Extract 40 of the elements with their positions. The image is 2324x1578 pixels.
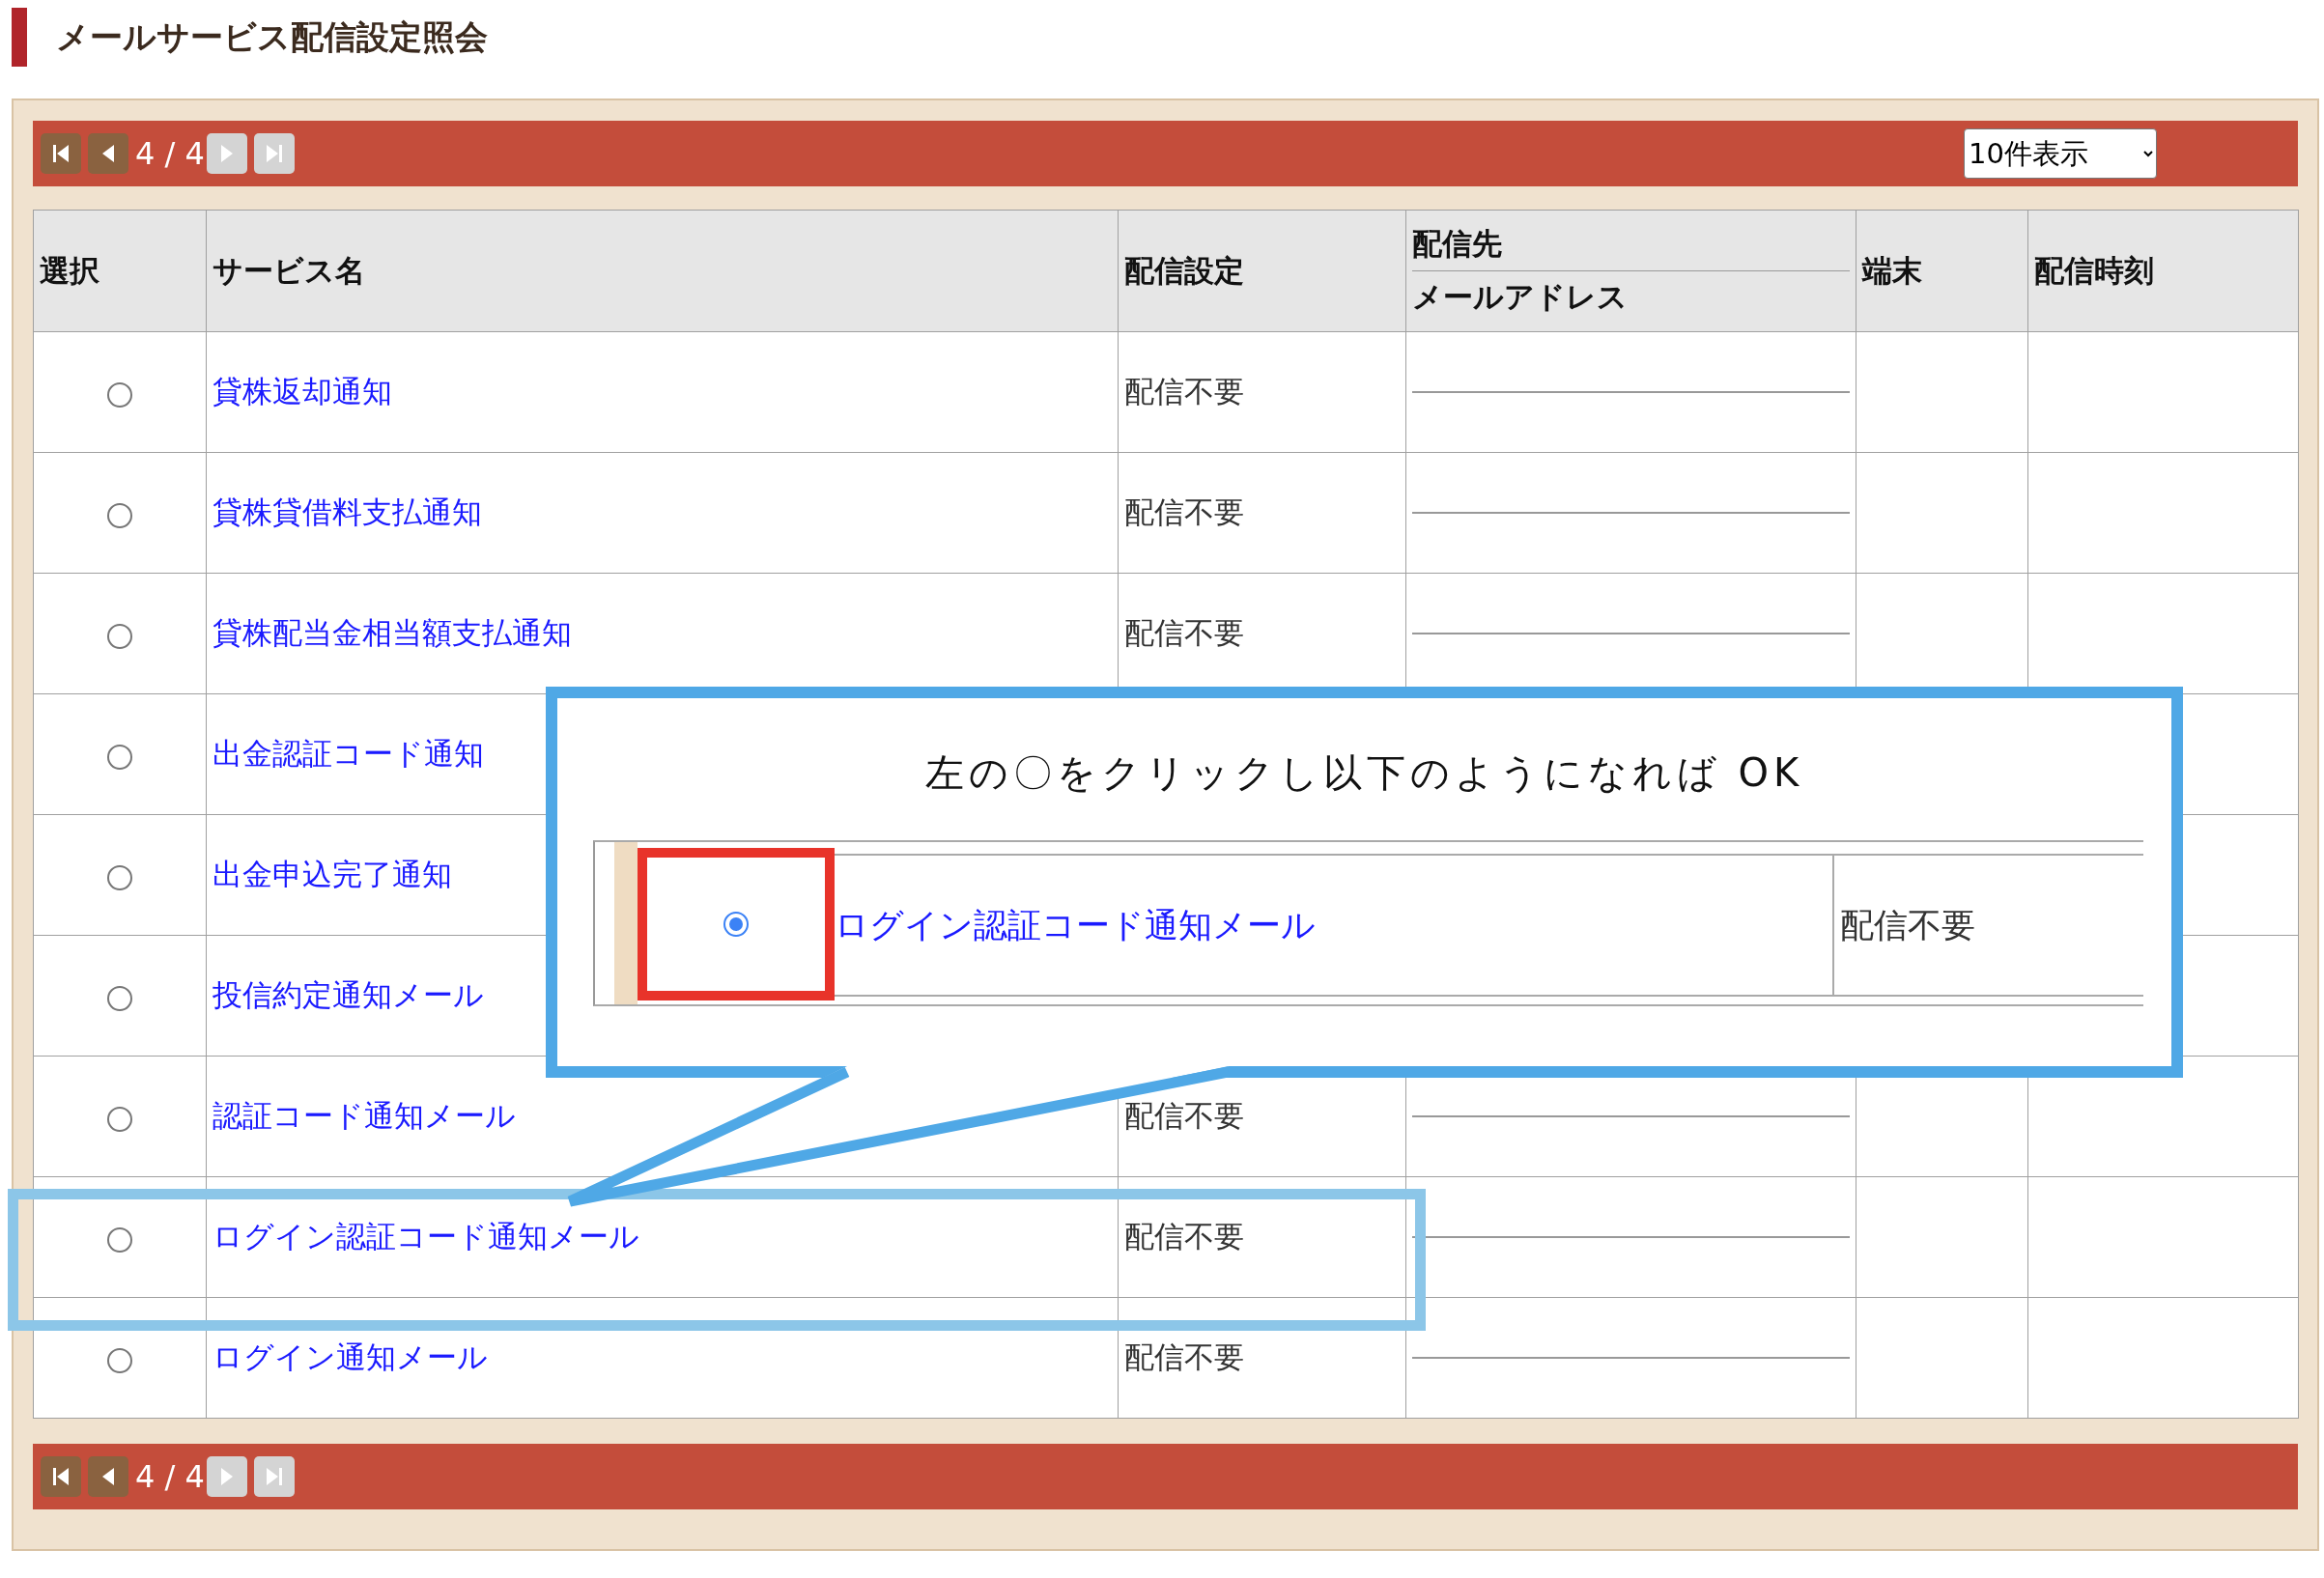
page-size-select[interactable]: 10件表示	[1964, 128, 2157, 179]
radio-button[interactable]	[107, 985, 132, 1011]
column-header: 配信設定	[1118, 210, 1406, 332]
service-link[interactable]: 出金申込完了通知	[213, 857, 452, 891]
service-link[interactable]: 出金認証コード通知	[213, 736, 484, 771]
radio-button[interactable]	[107, 381, 132, 408]
column-header: 選択	[33, 210, 207, 332]
column-header: メールアドレス	[1412, 278, 1629, 316]
service-link[interactable]: 投信約定通知メール	[213, 977, 484, 1012]
table-cell: 配信不要	[1118, 1176, 1406, 1298]
radio-button[interactable]	[107, 1226, 132, 1253]
title-accent-bar	[12, 8, 27, 67]
table-cell: 配信不要	[1118, 452, 1406, 574]
first-page-button[interactable]	[41, 1456, 81, 1497]
radio-button[interactable]	[107, 623, 132, 649]
instruction-text: 左の〇をクリックし以下のようになれば OK	[923, 749, 1805, 797]
page-position: 4 / 4	[135, 135, 205, 172]
page-title: メールサービス配信設定照会	[56, 15, 488, 58]
radio-button[interactable]	[107, 1106, 132, 1132]
service-link[interactable]: ログイン認証コード通知メール	[213, 1219, 639, 1254]
radio-button[interactable]	[107, 744, 132, 770]
column-header: 配信先	[1412, 218, 1850, 271]
service-link[interactable]: 認証コード通知メール	[213, 1098, 516, 1133]
previous-page-button[interactable]	[88, 1456, 128, 1497]
radio-button[interactable]	[107, 1347, 132, 1373]
previous-page-button[interactable]	[88, 133, 128, 174]
radio-button[interactable]	[107, 864, 132, 890]
page-position: 4 / 4	[135, 1458, 205, 1495]
service-link[interactable]: 貸株配当金相当額支払通知	[213, 615, 572, 650]
column-header: サービス名	[206, 210, 1119, 332]
first-page-button[interactable]	[41, 133, 81, 174]
table-cell-text: 配信不要	[1840, 904, 1975, 946]
service-link[interactable]: 貸株返却通知	[213, 374, 392, 409]
service-link[interactable]: ログイン通知メール	[213, 1339, 488, 1374]
column-header: 配信時刻	[2027, 210, 2299, 332]
table-cell: 配信不要	[1118, 1297, 1406, 1419]
table-cell: 配信不要	[1118, 331, 1406, 453]
column-header: 端末	[1856, 210, 2028, 332]
radio-button[interactable]	[107, 502, 132, 528]
service-link[interactable]: 貸株貸借料支払通知	[213, 494, 482, 529]
